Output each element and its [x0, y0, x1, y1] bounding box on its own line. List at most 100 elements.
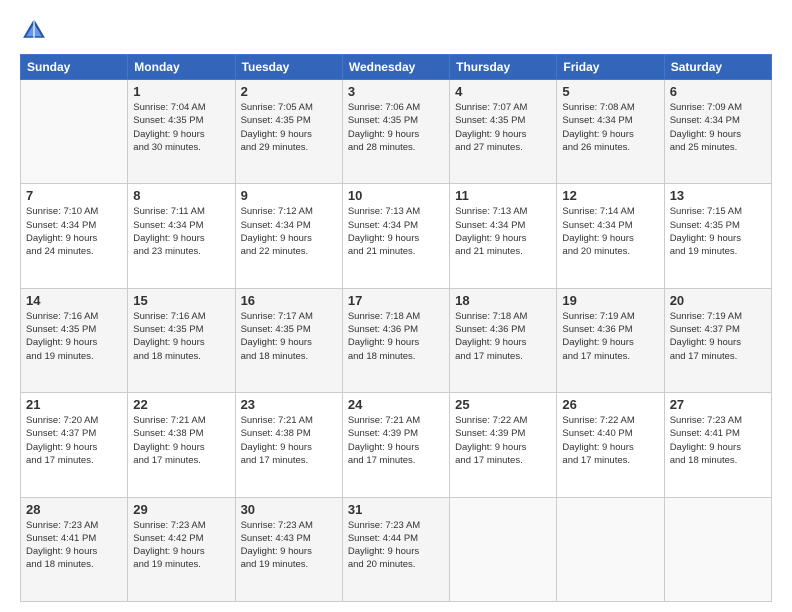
day-info: Sunrise: 7:05 AM Sunset: 4:35 PM Dayligh…: [241, 101, 337, 154]
calendar-header-tuesday: Tuesday: [235, 55, 342, 80]
day-number: 15: [133, 293, 229, 308]
day-number: 22: [133, 397, 229, 412]
calendar-cell: 3 Sunrise: 7:06 AM Sunset: 4:35 PM Daylig…: [342, 80, 449, 184]
day-info: Sunrise: 7:23 AM Sunset: 4:43 PM Dayligh…: [241, 519, 337, 572]
day-number: 14: [26, 293, 122, 308]
logo-icon: [20, 16, 48, 44]
calendar-week-row: 1 Sunrise: 7:04 AM Sunset: 4:35 PM Daylig…: [21, 80, 772, 184]
calendar-cell: 10 Sunrise: 7:13 AM Sunset: 4:34 PM Dayli…: [342, 184, 449, 288]
calendar-cell: 9 Sunrise: 7:12 AM Sunset: 4:34 PM Daylig…: [235, 184, 342, 288]
day-number: 10: [348, 188, 444, 203]
header: [20, 16, 772, 44]
calendar-cell: 14 Sunrise: 7:16 AM Sunset: 4:35 PM Dayli…: [21, 288, 128, 392]
day-number: 3: [348, 84, 444, 99]
calendar-cell: 19 Sunrise: 7:19 AM Sunset: 4:36 PM Dayli…: [557, 288, 664, 392]
calendar-week-row: 28 Sunrise: 7:23 AM Sunset: 4:41 PM Dayli…: [21, 497, 772, 601]
day-info: Sunrise: 7:23 AM Sunset: 4:41 PM Dayligh…: [670, 414, 766, 467]
day-number: 16: [241, 293, 337, 308]
day-info: Sunrise: 7:12 AM Sunset: 4:34 PM Dayligh…: [241, 205, 337, 258]
calendar-table: SundayMondayTuesdayWednesdayThursdayFrid…: [20, 54, 772, 602]
day-number: 2: [241, 84, 337, 99]
day-info: Sunrise: 7:23 AM Sunset: 4:44 PM Dayligh…: [348, 519, 444, 572]
calendar-cell: 5 Sunrise: 7:08 AM Sunset: 4:34 PM Daylig…: [557, 80, 664, 184]
calendar-cell: 16 Sunrise: 7:17 AM Sunset: 4:35 PM Dayli…: [235, 288, 342, 392]
calendar-header-sunday: Sunday: [21, 55, 128, 80]
calendar-cell: 27 Sunrise: 7:23 AM Sunset: 4:41 PM Dayli…: [664, 393, 771, 497]
day-number: 5: [562, 84, 658, 99]
calendar-header-friday: Friday: [557, 55, 664, 80]
calendar-cell: 26 Sunrise: 7:22 AM Sunset: 4:40 PM Dayli…: [557, 393, 664, 497]
day-info: Sunrise: 7:13 AM Sunset: 4:34 PM Dayligh…: [348, 205, 444, 258]
calendar-cell: 29 Sunrise: 7:23 AM Sunset: 4:42 PM Dayli…: [128, 497, 235, 601]
page: SundayMondayTuesdayWednesdayThursdayFrid…: [0, 0, 792, 612]
calendar-cell: 1 Sunrise: 7:04 AM Sunset: 4:35 PM Daylig…: [128, 80, 235, 184]
day-number: 1: [133, 84, 229, 99]
day-number: 17: [348, 293, 444, 308]
day-info: Sunrise: 7:22 AM Sunset: 4:40 PM Dayligh…: [562, 414, 658, 467]
calendar-week-row: 21Sunrise: 7:20 AM Sunset: 4:37 PM Dayli…: [21, 393, 772, 497]
calendar-cell: 17Sunrise: 7:18 AM Sunset: 4:36 PM Dayli…: [342, 288, 449, 392]
day-number: 18: [455, 293, 551, 308]
day-info: Sunrise: 7:04 AM Sunset: 4:35 PM Dayligh…: [133, 101, 229, 154]
day-number: 29: [133, 502, 229, 517]
calendar-cell: [664, 497, 771, 601]
day-info: Sunrise: 7:08 AM Sunset: 4:34 PM Dayligh…: [562, 101, 658, 154]
day-info: Sunrise: 7:10 AM Sunset: 4:34 PM Dayligh…: [26, 205, 122, 258]
calendar-cell: 28 Sunrise: 7:23 AM Sunset: 4:41 PM Dayli…: [21, 497, 128, 601]
calendar-header-monday: Monday: [128, 55, 235, 80]
calendar-cell: 15 Sunrise: 7:16 AM Sunset: 4:35 PM Dayli…: [128, 288, 235, 392]
calendar-cell: 23 Sunrise: 7:21 AM Sunset: 4:38 PM Dayli…: [235, 393, 342, 497]
calendar-cell: 31 Sunrise: 7:23 AM Sunset: 4:44 PM Dayli…: [342, 497, 449, 601]
calendar-cell: 20 Sunrise: 7:19 AM Sunset: 4:37 PM Dayli…: [664, 288, 771, 392]
calendar-cell: 4Sunrise: 7:07 AM Sunset: 4:35 PM Daylig…: [450, 80, 557, 184]
day-info: Sunrise: 7:23 AM Sunset: 4:41 PM Dayligh…: [26, 519, 122, 572]
day-number: 8: [133, 188, 229, 203]
day-number: 25: [455, 397, 551, 412]
calendar-cell: 6 Sunrise: 7:09 AM Sunset: 4:34 PM Daylig…: [664, 80, 771, 184]
day-number: 4: [455, 84, 551, 99]
day-info: Sunrise: 7:19 AM Sunset: 4:37 PM Dayligh…: [670, 310, 766, 363]
day-info: Sunrise: 7:19 AM Sunset: 4:36 PM Dayligh…: [562, 310, 658, 363]
day-info: Sunrise: 7:23 AM Sunset: 4:42 PM Dayligh…: [133, 519, 229, 572]
day-info: Sunrise: 7:11 AM Sunset: 4:34 PM Dayligh…: [133, 205, 229, 258]
calendar-cell: [21, 80, 128, 184]
calendar-cell: 21Sunrise: 7:20 AM Sunset: 4:37 PM Dayli…: [21, 393, 128, 497]
calendar-cell: [450, 497, 557, 601]
day-number: 9: [241, 188, 337, 203]
calendar-header-saturday: Saturday: [664, 55, 771, 80]
day-info: Sunrise: 7:18 AM Sunset: 4:36 PM Dayligh…: [455, 310, 551, 363]
day-info: Sunrise: 7:22 AM Sunset: 4:39 PM Dayligh…: [455, 414, 551, 467]
day-number: 23: [241, 397, 337, 412]
day-number: 28: [26, 502, 122, 517]
day-info: Sunrise: 7:17 AM Sunset: 4:35 PM Dayligh…: [241, 310, 337, 363]
day-number: 26: [562, 397, 658, 412]
calendar-cell: 13Sunrise: 7:15 AM Sunset: 4:35 PM Dayli…: [664, 184, 771, 288]
day-info: Sunrise: 7:16 AM Sunset: 4:35 PM Dayligh…: [133, 310, 229, 363]
calendar-cell: 22Sunrise: 7:21 AM Sunset: 4:38 PM Dayli…: [128, 393, 235, 497]
day-info: Sunrise: 7:16 AM Sunset: 4:35 PM Dayligh…: [26, 310, 122, 363]
day-number: 6: [670, 84, 766, 99]
day-number: 24: [348, 397, 444, 412]
calendar-cell: 24 Sunrise: 7:21 AM Sunset: 4:39 PM Dayli…: [342, 393, 449, 497]
day-number: 27: [670, 397, 766, 412]
calendar-cell: 7 Sunrise: 7:10 AM Sunset: 4:34 PM Daylig…: [21, 184, 128, 288]
calendar-week-row: 14 Sunrise: 7:16 AM Sunset: 4:35 PM Dayli…: [21, 288, 772, 392]
day-info: Sunrise: 7:21 AM Sunset: 4:39 PM Dayligh…: [348, 414, 444, 467]
day-number: 11: [455, 188, 551, 203]
day-number: 31: [348, 502, 444, 517]
calendar-cell: 18 Sunrise: 7:18 AM Sunset: 4:36 PM Dayli…: [450, 288, 557, 392]
day-number: 12: [562, 188, 658, 203]
day-info: Sunrise: 7:20 AM Sunset: 4:37 PM Dayligh…: [26, 414, 122, 467]
calendar-header-thursday: Thursday: [450, 55, 557, 80]
day-number: 30: [241, 502, 337, 517]
day-number: 7: [26, 188, 122, 203]
calendar-cell: 8 Sunrise: 7:11 AM Sunset: 4:34 PM Daylig…: [128, 184, 235, 288]
day-info: Sunrise: 7:09 AM Sunset: 4:34 PM Dayligh…: [670, 101, 766, 154]
day-number: 13: [670, 188, 766, 203]
calendar-header-row: SundayMondayTuesdayWednesdayThursdayFrid…: [21, 55, 772, 80]
day-number: 19: [562, 293, 658, 308]
calendar-cell: 11Sunrise: 7:13 AM Sunset: 4:34 PM Dayli…: [450, 184, 557, 288]
day-number: 20: [670, 293, 766, 308]
day-info: Sunrise: 7:21 AM Sunset: 4:38 PM Dayligh…: [241, 414, 337, 467]
day-info: Sunrise: 7:06 AM Sunset: 4:35 PM Dayligh…: [348, 101, 444, 154]
